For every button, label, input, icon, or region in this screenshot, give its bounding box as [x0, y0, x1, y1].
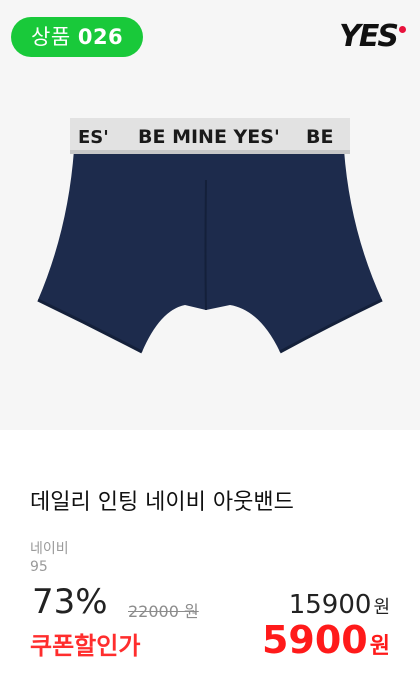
product-hero: 상품 026 YES ES' BE MINE YES' BE: [0, 0, 420, 430]
sale-price-currency: 원: [373, 597, 390, 618]
product-image: ES' BE MINE YES' BE: [37, 118, 383, 354]
badge-number: 026: [77, 25, 124, 49]
final-price: 5900원: [262, 618, 390, 662]
sale-price-value: 15900: [288, 590, 372, 620]
waistband-main-text: BE MINE YES': [138, 126, 280, 148]
original-price: 22000 원: [128, 602, 199, 621]
brand-logo: YES: [339, 20, 406, 54]
product-info: 데일리 인팅 네이비 아웃밴드 네이비 95 73% 22000 원 15900…: [0, 430, 420, 700]
final-price-currency: 원: [369, 634, 390, 659]
product-color: 네이비: [30, 541, 69, 557]
waistband-left-text: ES': [78, 127, 109, 148]
badge-prefix: 상품: [31, 25, 71, 49]
coupon-price-label: 쿠폰할인가: [30, 632, 141, 660]
product-size: 95: [30, 559, 48, 575]
discount-rate: 73%: [32, 582, 108, 622]
product-number-badge: 상품 026: [11, 17, 144, 57]
waistband-right-text: BE: [306, 126, 333, 148]
final-price-value: 5900: [261, 618, 368, 662]
sale-price: 15900 원: [289, 590, 390, 620]
product-title[interactable]: 데일리 인팅 네이비 아웃밴드: [30, 484, 294, 516]
brand-logo-text: YES: [339, 19, 399, 54]
brand-logo-dot: [399, 26, 406, 33]
